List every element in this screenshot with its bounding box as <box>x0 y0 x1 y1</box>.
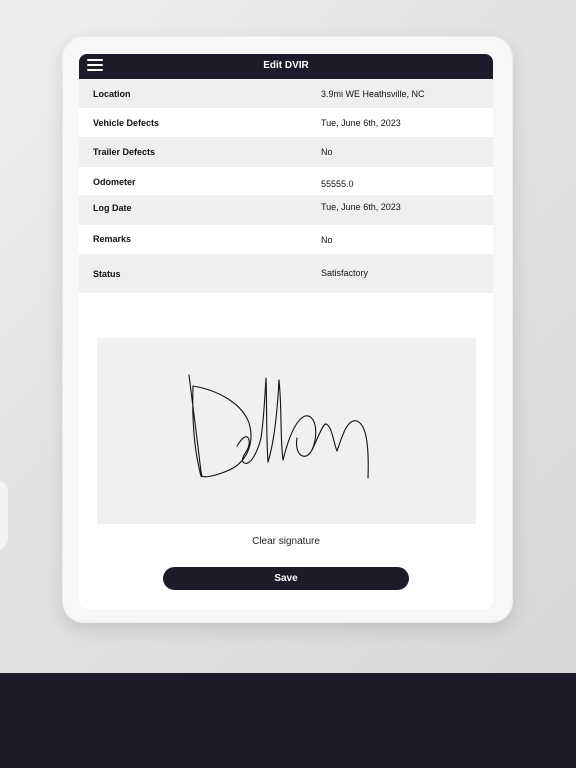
detail-value: Tue, June 6th, 2023 <box>321 202 401 212</box>
app-screen: Edit DVIR Location 3.9mi WE Heathsville,… <box>79 54 493 609</box>
detail-row-status: Status Satisfactory <box>79 254 493 293</box>
detail-label: Trailer Defects <box>93 147 156 157</box>
detail-label: Vehicle Defects <box>93 118 160 128</box>
detail-value: Satisfactory <box>321 268 369 278</box>
signature-pad[interactable] <box>97 338 476 524</box>
detail-row-remarks: Remarks No <box>79 225 493 254</box>
backdrop-dark-band <box>0 673 576 768</box>
device-side-reflection <box>0 480 8 550</box>
detail-row-vehicle-defects: Vehicle Defects Tue, June 6th, 2023 <box>79 108 493 137</box>
detail-row-location: Location 3.9mi WE Heathsville, NC <box>79 79 493 108</box>
detail-row-log-date: Log Date Tue, June 6th, 2023 <box>79 195 493 225</box>
detail-row-trailer-defects: Trailer Defects No <box>79 137 493 167</box>
handwritten-signature <box>188 374 369 479</box>
detail-value: No <box>321 235 333 245</box>
clear-signature-link[interactable]: Clear signature <box>79 536 493 547</box>
detail-label: Status <box>93 269 121 279</box>
detail-label: Log Date <box>93 203 132 213</box>
detail-row-odometer: Odometer 55555.0 <box>79 167 493 195</box>
detail-label: Remarks <box>93 234 132 244</box>
detail-value: 3.9mi WE Heathsville, NC <box>321 89 425 99</box>
detail-label: Location <box>93 89 131 99</box>
page-title: Edit DVIR <box>263 60 309 71</box>
detail-value: 55555.0 <box>321 179 354 189</box>
save-button[interactable]: Save <box>163 567 409 590</box>
app-header: Edit DVIR <box>79 54 493 79</box>
detail-value: Tue, June 6th, 2023 <box>321 118 401 128</box>
detail-label: Odometer <box>93 177 136 187</box>
detail-value: No <box>321 147 333 157</box>
